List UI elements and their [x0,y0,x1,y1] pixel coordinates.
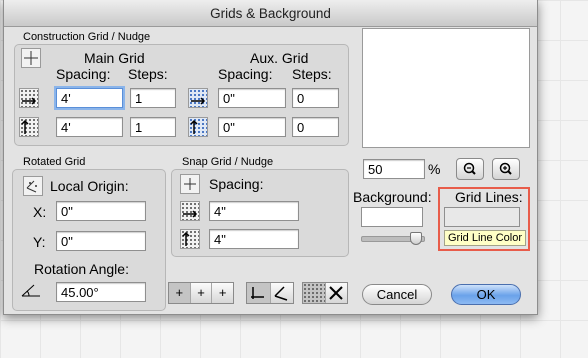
main-v-spacing-input[interactable]: 4' [56,117,123,137]
grid-preview [362,28,530,148]
rotation-angle-input[interactable]: 45.00° [56,282,146,302]
origin-x-input[interactable]: 0" [56,201,146,221]
grid-lines-label: Grid Lines: [455,189,523,205]
aux-v-spacing-input[interactable]: 0" [218,117,286,137]
snap-v-input[interactable]: 4" [209,229,299,249]
main-v-steps-input[interactable]: 1 [130,117,176,137]
grid-type-plus-2[interactable]: + [191,283,213,303]
show-grid-icon[interactable] [303,283,326,303]
snap-grid-icon[interactable] [180,174,200,194]
snap-group-label: Snap Grid / Nudge [182,156,274,168]
rotated-grid-icon[interactable] [271,283,294,303]
construction-group-label: Construction Grid / Nudge [23,31,151,43]
aux-vertical-spacing-icon [188,117,208,137]
ok-button[interactable]: OK [451,284,521,305]
rotated-group-label: Rotated Grid [23,156,86,168]
grid-orientation-segment[interactable] [246,282,294,304]
grid-lines-color-swatch[interactable] [444,207,520,227]
main-steps-label: Steps: [128,66,168,82]
main-grid-title: Main Grid [84,50,145,66]
local-origin-label: Local Origin: [50,178,129,194]
zoom-input[interactable]: 50 [363,159,425,179]
slider-min-dots-icon [361,254,365,258]
main-h-spacing-input[interactable]: 4' [56,88,123,108]
main-h-steps-input[interactable]: 1 [130,88,176,108]
rotation-angle-label: Rotation Angle: [34,261,129,277]
vertical-spacing-icon [19,117,39,137]
snap-horizontal-icon [180,201,200,221]
origin-y-input[interactable]: 0" [56,231,146,251]
aux-grid-title: Aux. Grid [250,50,309,66]
grid-line-color-tooltip: Grid Line Color [444,230,526,246]
snap-vertical-icon [180,229,200,249]
hide-grid-icon[interactable] [326,283,348,303]
aux-h-steps-input[interactable]: 0 [292,88,339,108]
aux-horizontal-spacing-icon [188,88,208,108]
background-color-swatch[interactable] [361,207,423,227]
dialog-title: Grids & Background [4,0,537,27]
rotated-origin-icon[interactable] [23,176,43,196]
grids-background-dialog: Grids & Background Construction Grid / N… [3,0,538,315]
grid-type-plus-3[interactable]: + [212,283,233,303]
orthogonal-grid-icon[interactable] [247,283,271,303]
main-spacing-label: Spacing: [56,66,111,82]
slider-max-dots-icon [418,254,422,258]
snap-spacing-label: Spacing: [209,176,264,192]
aux-v-steps-input[interactable]: 0 [292,117,339,137]
grid-type-plus-1[interactable]: + [169,283,191,303]
horizontal-spacing-icon [19,88,39,108]
y-label: Y: [33,234,46,250]
background-toggle-segment[interactable] [302,282,348,304]
aux-h-spacing-input[interactable]: 0" [218,88,286,108]
x-label: X: [33,204,47,220]
zoom-unit: % [428,161,441,177]
aux-steps-label: Steps: [292,66,332,82]
aux-spacing-label: Spacing: [218,66,273,82]
background-label: Background: [353,189,432,205]
grid-type-segment[interactable]: + + + [168,282,234,304]
background-slider-thumb[interactable] [410,232,423,245]
snap-h-input[interactable]: 4" [209,201,299,221]
angle-icon [20,281,44,301]
zoom-out-icon[interactable] [456,158,484,180]
cancel-button[interactable]: Cancel [362,284,432,305]
zoom-in-icon[interactable] [492,158,520,180]
grid-options-icon[interactable] [21,48,41,68]
